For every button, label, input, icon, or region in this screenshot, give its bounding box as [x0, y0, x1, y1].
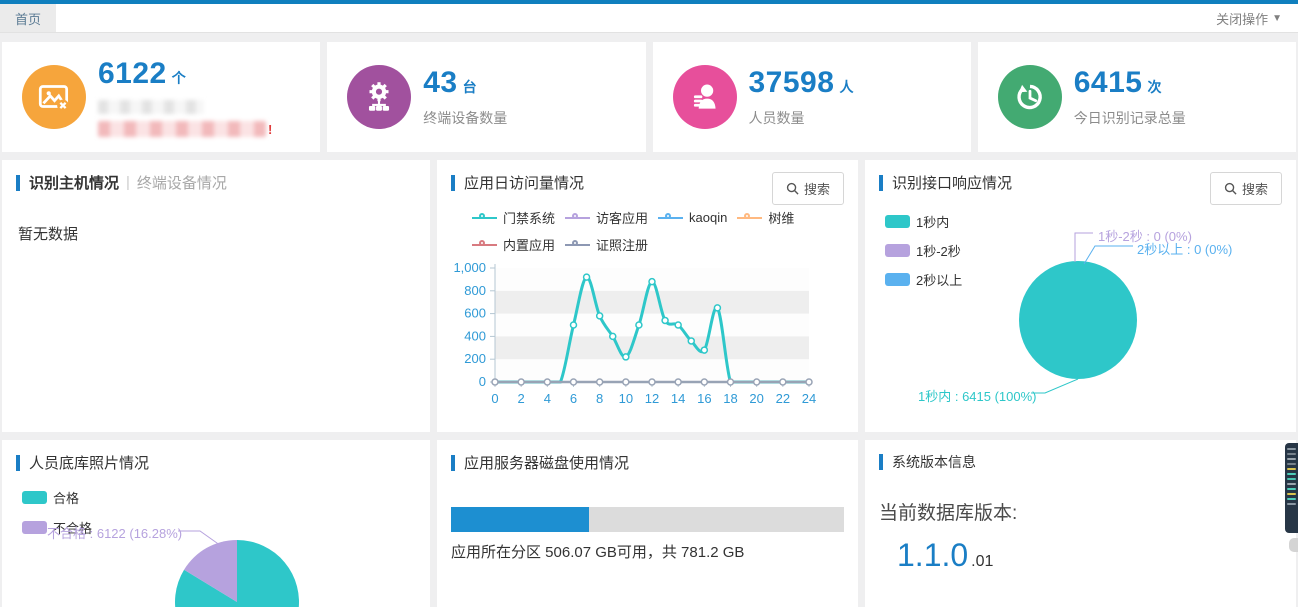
svg-text:6: 6 [570, 391, 577, 406]
svg-text:18: 18 [723, 391, 737, 406]
legend-item-kaoqin[interactable]: kaoqin [658, 208, 727, 227]
stat-unit: 台 [463, 77, 477, 97]
svg-text:24: 24 [802, 391, 816, 406]
svg-text:14: 14 [671, 391, 685, 406]
search-button[interactable]: 搜索 [772, 172, 844, 205]
stat-value: 43 [423, 66, 457, 100]
stat-label: 人员数量 [749, 108, 854, 128]
search-label: 搜索 [1242, 179, 1268, 198]
panel-title: 系统版本信息 [892, 452, 976, 472]
stat-unit: 个 [172, 68, 186, 88]
panel-system-version: 系统版本信息 当前数据库版本: 1.1.0 .01 [865, 440, 1296, 607]
stat-value: 6415 [1074, 66, 1143, 100]
panel-title: 应用日访问量情况 [464, 172, 584, 193]
panel-response-time: 识别接口响应情况 搜索 1秒内1秒-2秒2秒以上 1秒-2秒 : 0 (0%) … [865, 160, 1296, 432]
close-operations-menu[interactable]: 关闭操作 ▼ [1216, 4, 1298, 32]
person-list-icon [673, 65, 737, 129]
svg-text:600: 600 [464, 306, 486, 321]
redacted-label-line-2 [98, 121, 266, 137]
stat-card-records: 6415 次 今日识别记录总量 [978, 42, 1296, 152]
svg-text:8: 8 [596, 391, 603, 406]
panel-title: 识别接口响应情况 [892, 172, 1012, 193]
panel-title: 人员底库照片情况 [29, 452, 149, 473]
stat-unit: 人 [839, 77, 853, 97]
stat-card-personnel: 37598 人 人员数量 [653, 42, 971, 152]
middle-panels-row: 识别主机情况 | 终端设备情况 暂无数据 应用日访问量情况 搜索 门禁系统访客应… [0, 160, 1298, 432]
legend-item-门禁系统[interactable]: 门禁系统 [472, 208, 555, 227]
panel-disk-usage: 应用服务器磁盘使用情况 应用所在分区 506.07 GB可用，共 781.2 G… [437, 440, 858, 607]
photos-pie-chart[interactable] [2, 480, 430, 607]
history-clock-icon [998, 65, 1062, 129]
panel-title: 识别主机情况 [29, 172, 119, 193]
svg-text:4: 4 [544, 391, 551, 406]
svg-text:16: 16 [697, 391, 711, 406]
db-version-label: 当前数据库版本: [879, 498, 1282, 525]
svg-text:2: 2 [518, 391, 525, 406]
svg-text:12: 12 [645, 391, 659, 406]
search-icon [1224, 182, 1237, 195]
stat-card-photos: 6122 个 ! [2, 42, 320, 152]
svg-text:1,000: 1,000 [453, 260, 486, 275]
panel-host-status: 识别主机情况 | 终端设备情况 暂无数据 [2, 160, 430, 432]
stat-value: 37598 [749, 66, 835, 100]
bottom-panels-row: 人员底库照片情况 合格不合格 不合格 : 6122 (16.28%) 应用服务器… [0, 440, 1298, 607]
search-icon [786, 182, 799, 195]
search-label: 搜索 [804, 179, 830, 198]
photo-x-icon [22, 65, 86, 129]
panel-title: 应用服务器磁盘使用情况 [464, 452, 629, 473]
close-operations-label: 关闭操作 [1216, 9, 1268, 28]
stat-label: 今日识别记录总量 [1074, 108, 1186, 128]
chevron-down-icon: ▼ [1272, 13, 1282, 24]
disk-usage-caption: 应用所在分区 506.07 GB可用，共 781.2 GB [451, 541, 844, 562]
db-version-number: 1.1.0 [897, 537, 968, 574]
stat-cards-row: 6122 个 ! [0, 42, 1298, 152]
panel-daily-visits: 应用日访问量情况 搜索 门禁系统访客应用kaoqin树维内置应用证照注册 020… [437, 160, 858, 432]
title-accent-bar [451, 175, 455, 191]
tab-terminal-devices[interactable]: 终端设备情况 [137, 172, 227, 193]
redaction-mark: ! [268, 122, 272, 137]
title-accent-bar [16, 175, 20, 191]
pie-label-unqualified: 不合格 : 6122 (16.28%) [47, 523, 182, 542]
legend-item-访客应用[interactable]: 访客应用 [565, 208, 648, 227]
title-accent-bar [16, 455, 20, 471]
db-version-suffix: .01 [971, 553, 993, 571]
svg-text:200: 200 [464, 351, 486, 366]
visits-legend: 门禁系统访客应用 kaoqin 树维内置应用证照注册 [472, 208, 814, 254]
stat-card-devices: 43 台 终端设备数量 [327, 42, 645, 152]
stat-label: 终端设备数量 [423, 108, 507, 128]
daily-visits-chart[interactable]: 02004006008001,000024681012141618202224 [437, 260, 858, 412]
legend-item-内置应用[interactable]: 内置应用 [472, 235, 555, 254]
svg-text:0: 0 [479, 374, 486, 389]
svg-text:22: 22 [776, 391, 790, 406]
empty-data-text: 暂无数据 [18, 223, 416, 244]
tab-home[interactable]: 首页 [0, 4, 56, 32]
scrollbar-minimap-widget[interactable] [1285, 443, 1298, 533]
title-divider: | [126, 174, 130, 191]
pie-label-over-2s: 2秒以上 : 0 (0%) [1137, 239, 1232, 258]
tab-bar: 首页 关闭操作 ▼ [0, 4, 1298, 33]
disk-usage-fill [451, 507, 589, 532]
panel-base-photos: 人员底库照片情况 合格不合格 不合格 : 6122 (16.28%) [2, 440, 430, 607]
legend-item-树维[interactable]: 树维 [737, 208, 794, 227]
scrollbar-blob[interactable] [1289, 538, 1298, 552]
stat-value: 6122 [98, 57, 167, 91]
svg-text:800: 800 [464, 283, 486, 298]
svg-text:400: 400 [464, 328, 486, 343]
svg-text:0: 0 [491, 391, 498, 406]
stat-unit: 次 [1148, 77, 1162, 97]
redacted-label-line [98, 100, 204, 114]
svg-text:10: 10 [619, 391, 633, 406]
legend-item-证照注册[interactable]: 证照注册 [565, 235, 648, 254]
title-accent-bar [879, 454, 883, 470]
title-accent-bar [451, 455, 455, 471]
device-gear-icon [347, 65, 411, 129]
disk-usage-bar [451, 507, 844, 532]
title-accent-bar [879, 175, 883, 191]
pie-label-under-1s: 1秒内 : 6415 (100%) [918, 386, 1037, 405]
svg-text:20: 20 [749, 391, 763, 406]
